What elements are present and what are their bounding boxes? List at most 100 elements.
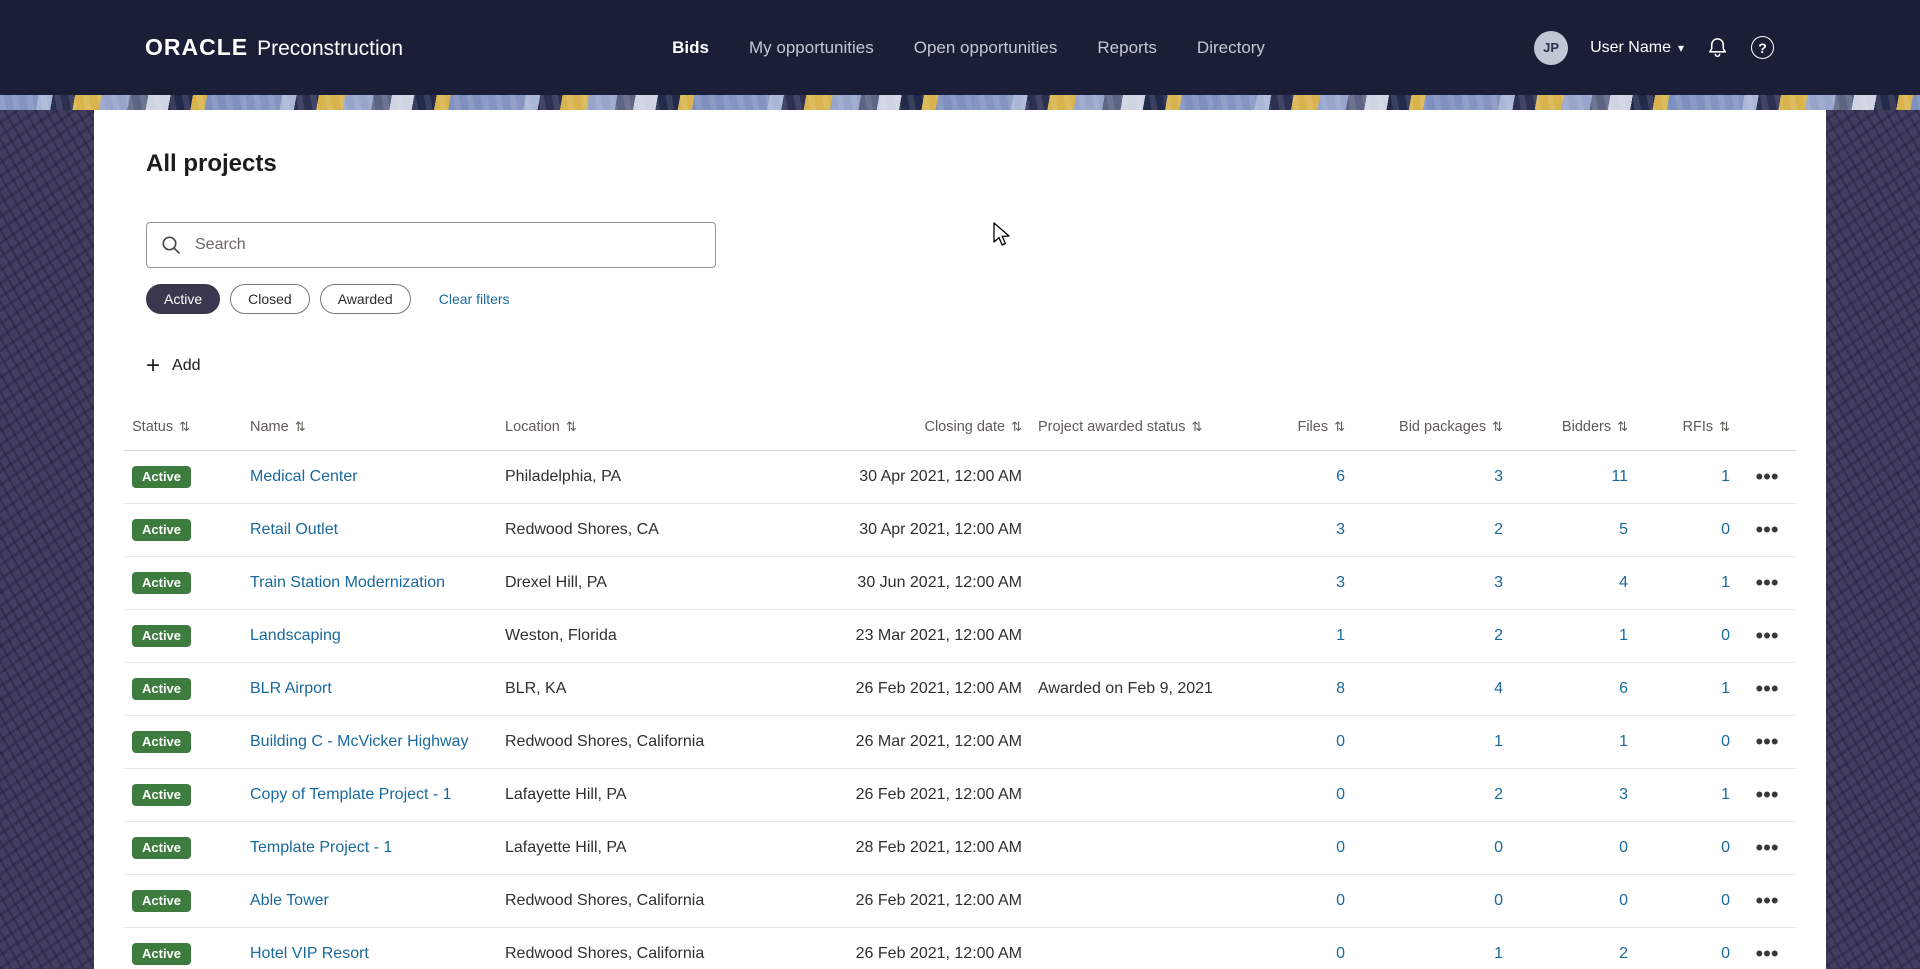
- filter-chip-awarded[interactable]: Awarded: [319, 284, 411, 314]
- bidders-count-link[interactable]: 0: [1619, 839, 1628, 856]
- project-name-link[interactable]: Landscaping: [250, 627, 341, 644]
- rfis-count-link[interactable]: 1: [1721, 468, 1730, 485]
- nav-item-my-opportunities[interactable]: My opportunities: [749, 38, 874, 58]
- row-actions-button[interactable]: •••: [1749, 570, 1784, 596]
- project-name-link[interactable]: Building C - McVicker Highway: [250, 733, 468, 750]
- filter-chip-active[interactable]: Active: [146, 284, 221, 314]
- bidders-count-link[interactable]: 11: [1611, 468, 1628, 485]
- bidders-count-link[interactable]: 1: [1619, 627, 1628, 644]
- files-count-link[interactable]: 6: [1336, 468, 1345, 485]
- files-count-link[interactable]: 3: [1336, 574, 1345, 591]
- rfis-count-link[interactable]: 0: [1721, 945, 1730, 962]
- nav-item-bids[interactable]: Bids: [672, 38, 709, 58]
- sort-icon[interactable]: ⇅: [179, 419, 190, 434]
- column-header-location[interactable]: Location ⇅: [497, 404, 785, 451]
- help-icon[interactable]: ?: [1751, 36, 1774, 59]
- column-header-closing-date[interactable]: Closing date ⇅: [785, 404, 1030, 451]
- project-name-link[interactable]: Train Station Modernization: [250, 574, 445, 591]
- column-header-bid-packages[interactable]: Bid packages ⇅: [1353, 404, 1511, 451]
- add-project-button[interactable]: + Add: [146, 354, 200, 378]
- column-header-name[interactable]: Name ⇅: [242, 404, 497, 451]
- row-actions-button[interactable]: •••: [1749, 782, 1784, 808]
- row-actions-button[interactable]: •••: [1749, 517, 1784, 543]
- filter-chip-closed[interactable]: Closed: [230, 284, 310, 314]
- rfis-count-link[interactable]: 1: [1721, 574, 1730, 591]
- project-name-link[interactable]: Able Tower: [250, 892, 329, 909]
- column-header-status[interactable]: Status ⇅: [124, 404, 242, 451]
- files-count-link[interactable]: 0: [1336, 945, 1345, 962]
- user-avatar[interactable]: JP: [1534, 30, 1569, 65]
- project-name-link[interactable]: Hotel VIP Resort: [250, 945, 369, 962]
- rfis-count-link[interactable]: 0: [1721, 521, 1730, 538]
- bid-packages-count-link[interactable]: 2: [1494, 786, 1503, 803]
- row-actions-button[interactable]: •••: [1749, 941, 1784, 967]
- bid-packages-count-link[interactable]: 3: [1494, 574, 1503, 591]
- status-cell: Active: [124, 609, 242, 663]
- row-actions-button[interactable]: •••: [1749, 464, 1784, 490]
- sort-icon[interactable]: ⇅: [1492, 419, 1503, 434]
- nav-item-open-opportunities[interactable]: Open opportunities: [914, 38, 1058, 58]
- sort-icon[interactable]: ⇅: [1011, 419, 1022, 434]
- bid-packages-count-link[interactable]: 1: [1494, 945, 1503, 962]
- files-count-link[interactable]: 3: [1336, 521, 1345, 538]
- project-name-link[interactable]: Copy of Template Project - 1: [250, 786, 452, 803]
- rfis-count-link[interactable]: 1: [1721, 680, 1730, 697]
- filter-chips-row: Active Closed Awarded Clear filters: [146, 284, 1796, 314]
- search-input[interactable]: [146, 222, 716, 268]
- sort-icon[interactable]: ⇅: [295, 419, 306, 434]
- rfis-count-link[interactable]: 0: [1721, 733, 1730, 750]
- bid-packages-count-link[interactable]: 2: [1494, 627, 1503, 644]
- bid-packages-count-link[interactable]: 3: [1494, 468, 1503, 485]
- project-name-link[interactable]: Template Project - 1: [250, 839, 392, 856]
- nav-item-directory[interactable]: Directory: [1197, 38, 1265, 58]
- bid-packages-count-link[interactable]: 4: [1494, 680, 1503, 697]
- bid-packages-count-link[interactable]: 1: [1494, 733, 1503, 750]
- status-badge: Active: [132, 837, 192, 859]
- column-header-files[interactable]: Files ⇅: [1268, 404, 1353, 451]
- sort-icon[interactable]: ⇅: [1617, 419, 1628, 434]
- clear-filters-link[interactable]: Clear filters: [439, 291, 510, 307]
- row-actions-button[interactable]: •••: [1749, 835, 1784, 861]
- bid-packages-count-link[interactable]: 2: [1494, 521, 1503, 538]
- column-header-project-awarded-status[interactable]: Project awarded status ⇅: [1030, 404, 1268, 451]
- row-actions-button[interactable]: •••: [1749, 623, 1784, 649]
- row-actions-button[interactable]: •••: [1749, 676, 1784, 702]
- bidders-count-link[interactable]: 1: [1619, 733, 1628, 750]
- project-name-link[interactable]: BLR Airport: [250, 680, 332, 697]
- rfis-count-link[interactable]: 0: [1721, 892, 1730, 909]
- bidders-count-link[interactable]: 6: [1619, 680, 1628, 697]
- row-actions-button[interactable]: •••: [1749, 888, 1784, 914]
- nav-item-reports[interactable]: Reports: [1097, 38, 1157, 58]
- notifications-bell-icon[interactable]: [1706, 36, 1729, 59]
- rfis-count-link[interactable]: 1: [1721, 786, 1730, 803]
- column-header-rfis[interactable]: RFIs ⇅: [1636, 404, 1738, 451]
- files-count-link[interactable]: 0: [1336, 839, 1345, 856]
- sort-icon[interactable]: ⇅: [1334, 419, 1345, 434]
- files-count-link[interactable]: 8: [1336, 680, 1345, 697]
- bidders-count-link[interactable]: 3: [1619, 786, 1628, 803]
- files-cell: 6: [1268, 450, 1353, 504]
- project-name-link[interactable]: Medical Center: [250, 468, 358, 485]
- sort-icon[interactable]: ⇅: [566, 419, 577, 434]
- bid-packages-count-link[interactable]: 0: [1494, 892, 1503, 909]
- project-name-link[interactable]: Retail Outlet: [250, 521, 338, 538]
- rfis-count-link[interactable]: 0: [1721, 627, 1730, 644]
- user-menu[interactable]: User Name ▾: [1590, 39, 1684, 57]
- row-actions-button[interactable]: •••: [1749, 729, 1784, 755]
- files-count-link[interactable]: 0: [1336, 892, 1345, 909]
- bidders-count-link[interactable]: 4: [1619, 574, 1628, 591]
- rfis-cell: 1: [1636, 450, 1738, 504]
- brand-logo[interactable]: ORACLE Preconstruction: [145, 34, 403, 61]
- bidders-count-link[interactable]: 2: [1619, 945, 1628, 962]
- files-count-link[interactable]: 0: [1336, 786, 1345, 803]
- column-header-bidders[interactable]: Bidders ⇅: [1511, 404, 1636, 451]
- files-count-link[interactable]: 1: [1336, 627, 1345, 644]
- sort-icon[interactable]: ⇅: [1192, 419, 1203, 434]
- bid-packages-count-link[interactable]: 0: [1494, 839, 1503, 856]
- status-cell: Active: [124, 768, 242, 822]
- files-count-link[interactable]: 0: [1336, 733, 1345, 750]
- sort-icon[interactable]: ⇅: [1719, 419, 1730, 434]
- bidders-count-link[interactable]: 0: [1619, 892, 1628, 909]
- bidders-count-link[interactable]: 5: [1619, 521, 1628, 538]
- rfis-count-link[interactable]: 0: [1721, 839, 1730, 856]
